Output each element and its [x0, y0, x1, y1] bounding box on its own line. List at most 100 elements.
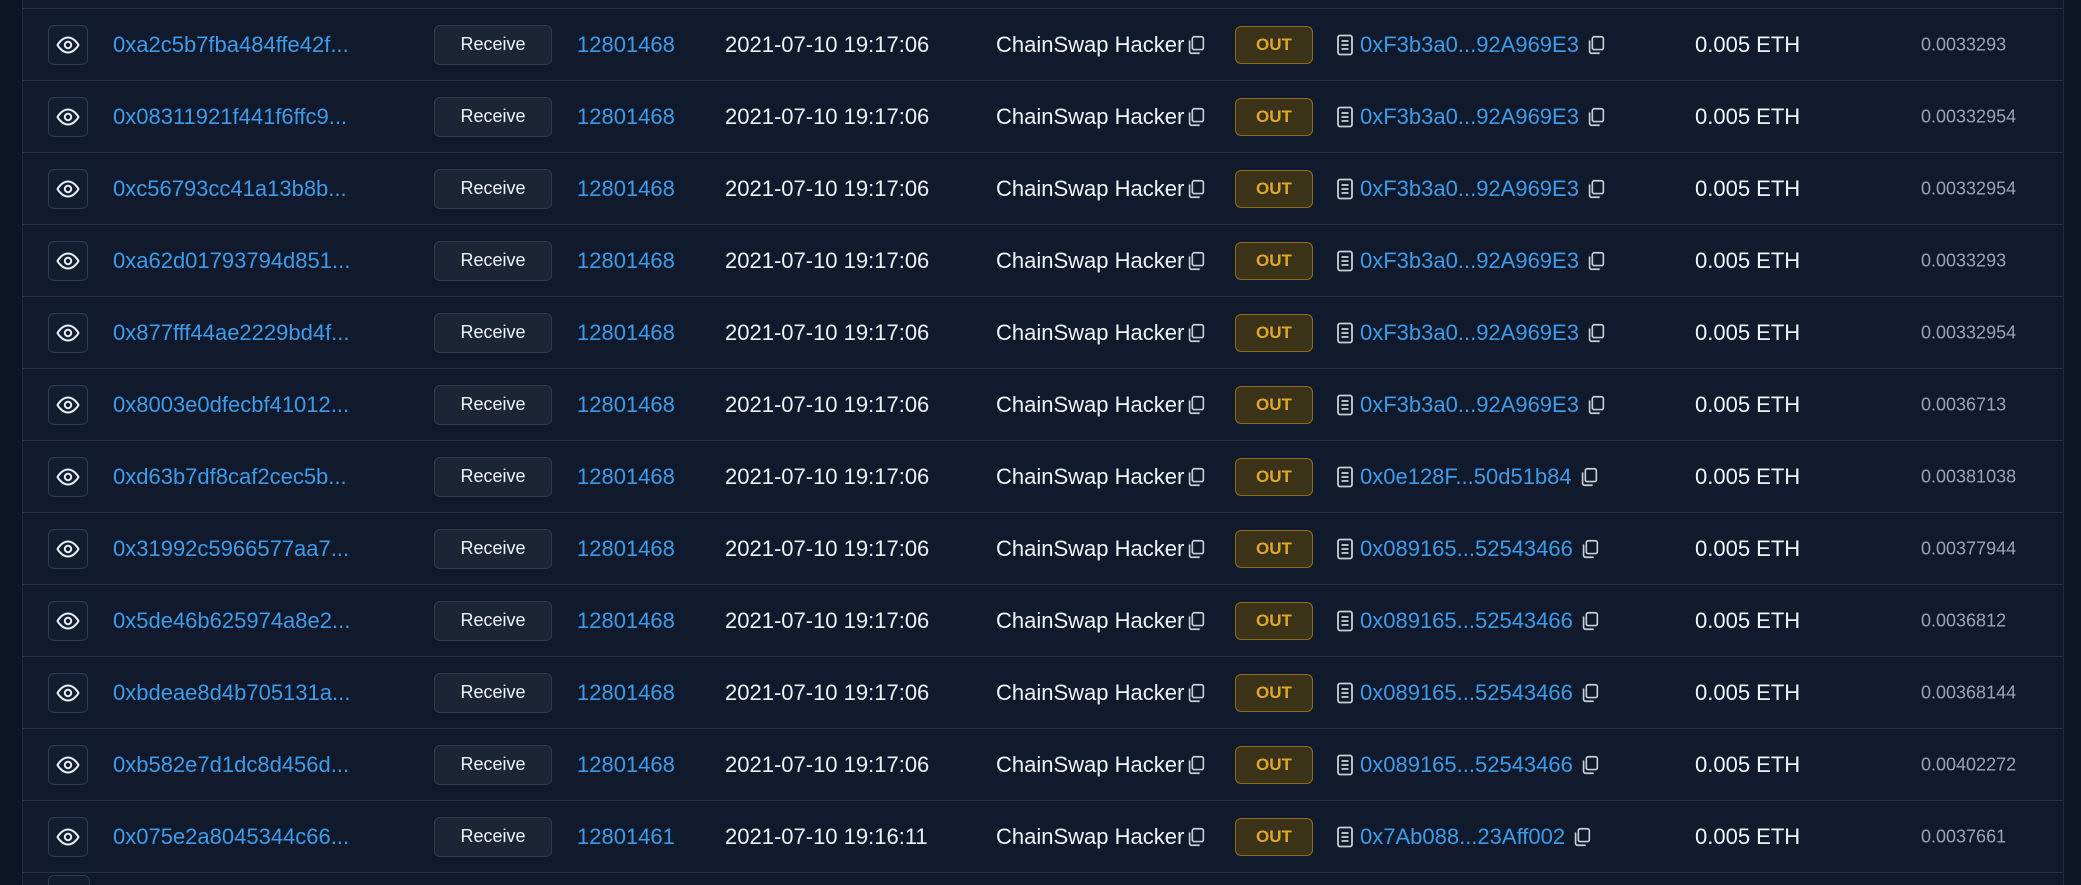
- to-address-link[interactable]: 0x0e128F...50d51b84: [1360, 464, 1572, 490]
- from-address-label[interactable]: ChainSwap Hacker: [996, 320, 1184, 346]
- to-address-link[interactable]: 0x7Ab088...23Aff002: [1360, 824, 1565, 850]
- to-address-link[interactable]: 0xF3b3a0...92A969E3: [1360, 104, 1579, 130]
- copy-icon[interactable]: [1585, 322, 1607, 344]
- txn-fee: 0.0036812: [1921, 610, 2007, 630]
- from-address-label[interactable]: ChainSwap Hacker: [996, 536, 1184, 562]
- view-details-button[interactable]: [48, 528, 88, 569]
- from-address-label[interactable]: ChainSwap Hacker: [996, 824, 1184, 850]
- from-address-label[interactable]: ChainSwap Hacker: [996, 392, 1184, 418]
- tx-hash-link[interactable]: 0x8003e0dfecbf41012...: [113, 392, 353, 418]
- tx-hash-link[interactable]: 0x08311921f441f6ffc9...: [113, 104, 353, 130]
- to-address-link[interactable]: 0xF3b3a0...92A969E3: [1360, 320, 1579, 346]
- copy-icon[interactable]: [1185, 394, 1207, 416]
- view-details-button[interactable]: [48, 96, 88, 137]
- age-timestamp: 2021-07-10 19:17:06: [725, 751, 930, 777]
- block-link[interactable]: 12801468: [577, 680, 675, 706]
- to-address-link[interactable]: 0xF3b3a0...92A969E3: [1360, 392, 1579, 418]
- copy-icon[interactable]: [1185, 682, 1207, 704]
- view-details-button[interactable]: [48, 240, 88, 281]
- block-link[interactable]: 12801461: [577, 824, 675, 850]
- document-icon: [1336, 322, 1354, 344]
- copy-icon[interactable]: [1585, 106, 1607, 128]
- block-link[interactable]: 12801468: [577, 320, 675, 346]
- block-link[interactable]: 12801468: [577, 248, 675, 274]
- tx-hash-link[interactable]: 0x5de46b625974a8e2...: [113, 608, 353, 634]
- from-address-label[interactable]: ChainSwap Hacker: [996, 32, 1184, 58]
- copy-icon[interactable]: [1185, 754, 1207, 776]
- copy-icon[interactable]: [1185, 826, 1207, 848]
- copy-icon[interactable]: [1185, 610, 1207, 632]
- from-address-label[interactable]: ChainSwap Hacker: [996, 104, 1184, 130]
- table-row: 0xc56793cc41a13b8b... Receive 12801468 2…: [23, 153, 2063, 225]
- to-address-link[interactable]: 0x089165...52543466: [1360, 680, 1573, 706]
- copy-icon[interactable]: [1585, 250, 1607, 272]
- tx-hash-link[interactable]: 0x075e2a8045344c66...: [113, 824, 353, 850]
- method-badge: Receive: [434, 24, 552, 65]
- block-link[interactable]: 12801468: [577, 176, 675, 202]
- block-link[interactable]: 12801468: [577, 32, 675, 58]
- tx-hash-link[interactable]: 0xc56793cc41a13b8b...: [113, 176, 353, 202]
- to-address-link[interactable]: 0xF3b3a0...92A969E3: [1360, 176, 1579, 202]
- copy-icon[interactable]: [1578, 466, 1600, 488]
- block-link[interactable]: 12801468: [577, 392, 675, 418]
- method-badge: Receive: [434, 456, 552, 497]
- block-link[interactable]: 12801468: [577, 536, 675, 562]
- copy-icon[interactable]: [1579, 538, 1601, 560]
- from-address-label[interactable]: ChainSwap Hacker: [996, 752, 1184, 778]
- view-details-button[interactable]: [48, 312, 88, 353]
- from-address-label[interactable]: ChainSwap Hacker: [996, 248, 1184, 274]
- tx-hash-link[interactable]: 0xd63b7df8caf2cec5b...: [113, 464, 353, 490]
- copy-icon[interactable]: [1185, 34, 1207, 56]
- tx-hash-link[interactable]: 0xa2c5b7fba484ffe42f...: [113, 32, 353, 58]
- copy-icon[interactable]: [1579, 754, 1601, 776]
- copy-icon[interactable]: [1185, 250, 1207, 272]
- view-details-button[interactable]: [48, 384, 88, 425]
- to-address-link[interactable]: 0xF3b3a0...92A969E3: [1360, 32, 1579, 58]
- to-address-link[interactable]: 0xF3b3a0...92A969E3: [1360, 248, 1579, 274]
- copy-icon[interactable]: [1185, 538, 1207, 560]
- copy-icon[interactable]: [1585, 34, 1607, 56]
- from-address-label[interactable]: ChainSwap Hacker: [996, 464, 1184, 490]
- copy-icon[interactable]: [1585, 178, 1607, 200]
- method-badge: Receive: [434, 384, 552, 425]
- age-timestamp: 2021-07-10 19:17:06: [725, 247, 930, 273]
- view-details-button[interactable]: [48, 600, 88, 641]
- method-badge: Receive: [434, 744, 552, 785]
- block-link[interactable]: 12801468: [577, 608, 675, 634]
- tx-hash-link[interactable]: 0x877fff44ae2229bd4f...: [113, 320, 353, 346]
- copy-icon[interactable]: [1579, 682, 1601, 704]
- to-address-link[interactable]: 0x089165...52543466: [1360, 752, 1573, 778]
- table-row: 0xa62d01793794d851... Receive 12801468 2…: [23, 225, 2063, 297]
- tx-hash-link[interactable]: 0xb582e7d1dc8d456d...: [113, 752, 353, 778]
- view-details-button[interactable]: [48, 816, 88, 857]
- tx-hash-link[interactable]: 0xbdeae8d4b705131a...: [113, 680, 353, 706]
- document-icon: [1336, 250, 1354, 272]
- method-badge: Receive: [434, 528, 552, 569]
- view-details-button[interactable]: [48, 744, 88, 785]
- direction-badge: OUT: [1235, 385, 1313, 424]
- block-link[interactable]: 12801468: [577, 104, 675, 130]
- copy-icon[interactable]: [1185, 466, 1207, 488]
- table-row: 0xb582e7d1dc8d456d... Receive 12801468 2…: [23, 729, 2063, 801]
- copy-icon[interactable]: [1579, 610, 1601, 632]
- view-details-button[interactable]: [48, 456, 88, 497]
- block-link[interactable]: 12801468: [577, 464, 675, 490]
- copy-icon[interactable]: [1571, 826, 1593, 848]
- copy-icon[interactable]: [1185, 322, 1207, 344]
- from-address-label[interactable]: ChainSwap Hacker: [996, 176, 1184, 202]
- to-address-link[interactable]: 0x089165...52543466: [1360, 536, 1573, 562]
- eye-icon: [56, 321, 80, 345]
- block-link[interactable]: 12801468: [577, 752, 675, 778]
- tx-hash-link[interactable]: 0xa62d01793794d851...: [113, 248, 353, 274]
- view-details-button[interactable]: [48, 24, 88, 65]
- copy-icon[interactable]: [1185, 106, 1207, 128]
- tx-hash-link[interactable]: 0x31992c5966577aa7...: [113, 536, 353, 562]
- view-details-button[interactable]: [48, 168, 88, 209]
- from-address-label[interactable]: ChainSwap Hacker: [996, 608, 1184, 634]
- view-details-button[interactable]: [48, 672, 88, 713]
- copy-icon[interactable]: [1185, 178, 1207, 200]
- copy-icon[interactable]: [1585, 394, 1607, 416]
- next-row-view-button[interactable]: [48, 875, 90, 885]
- from-address-label[interactable]: ChainSwap Hacker: [996, 680, 1184, 706]
- to-address-link[interactable]: 0x089165...52543466: [1360, 608, 1573, 634]
